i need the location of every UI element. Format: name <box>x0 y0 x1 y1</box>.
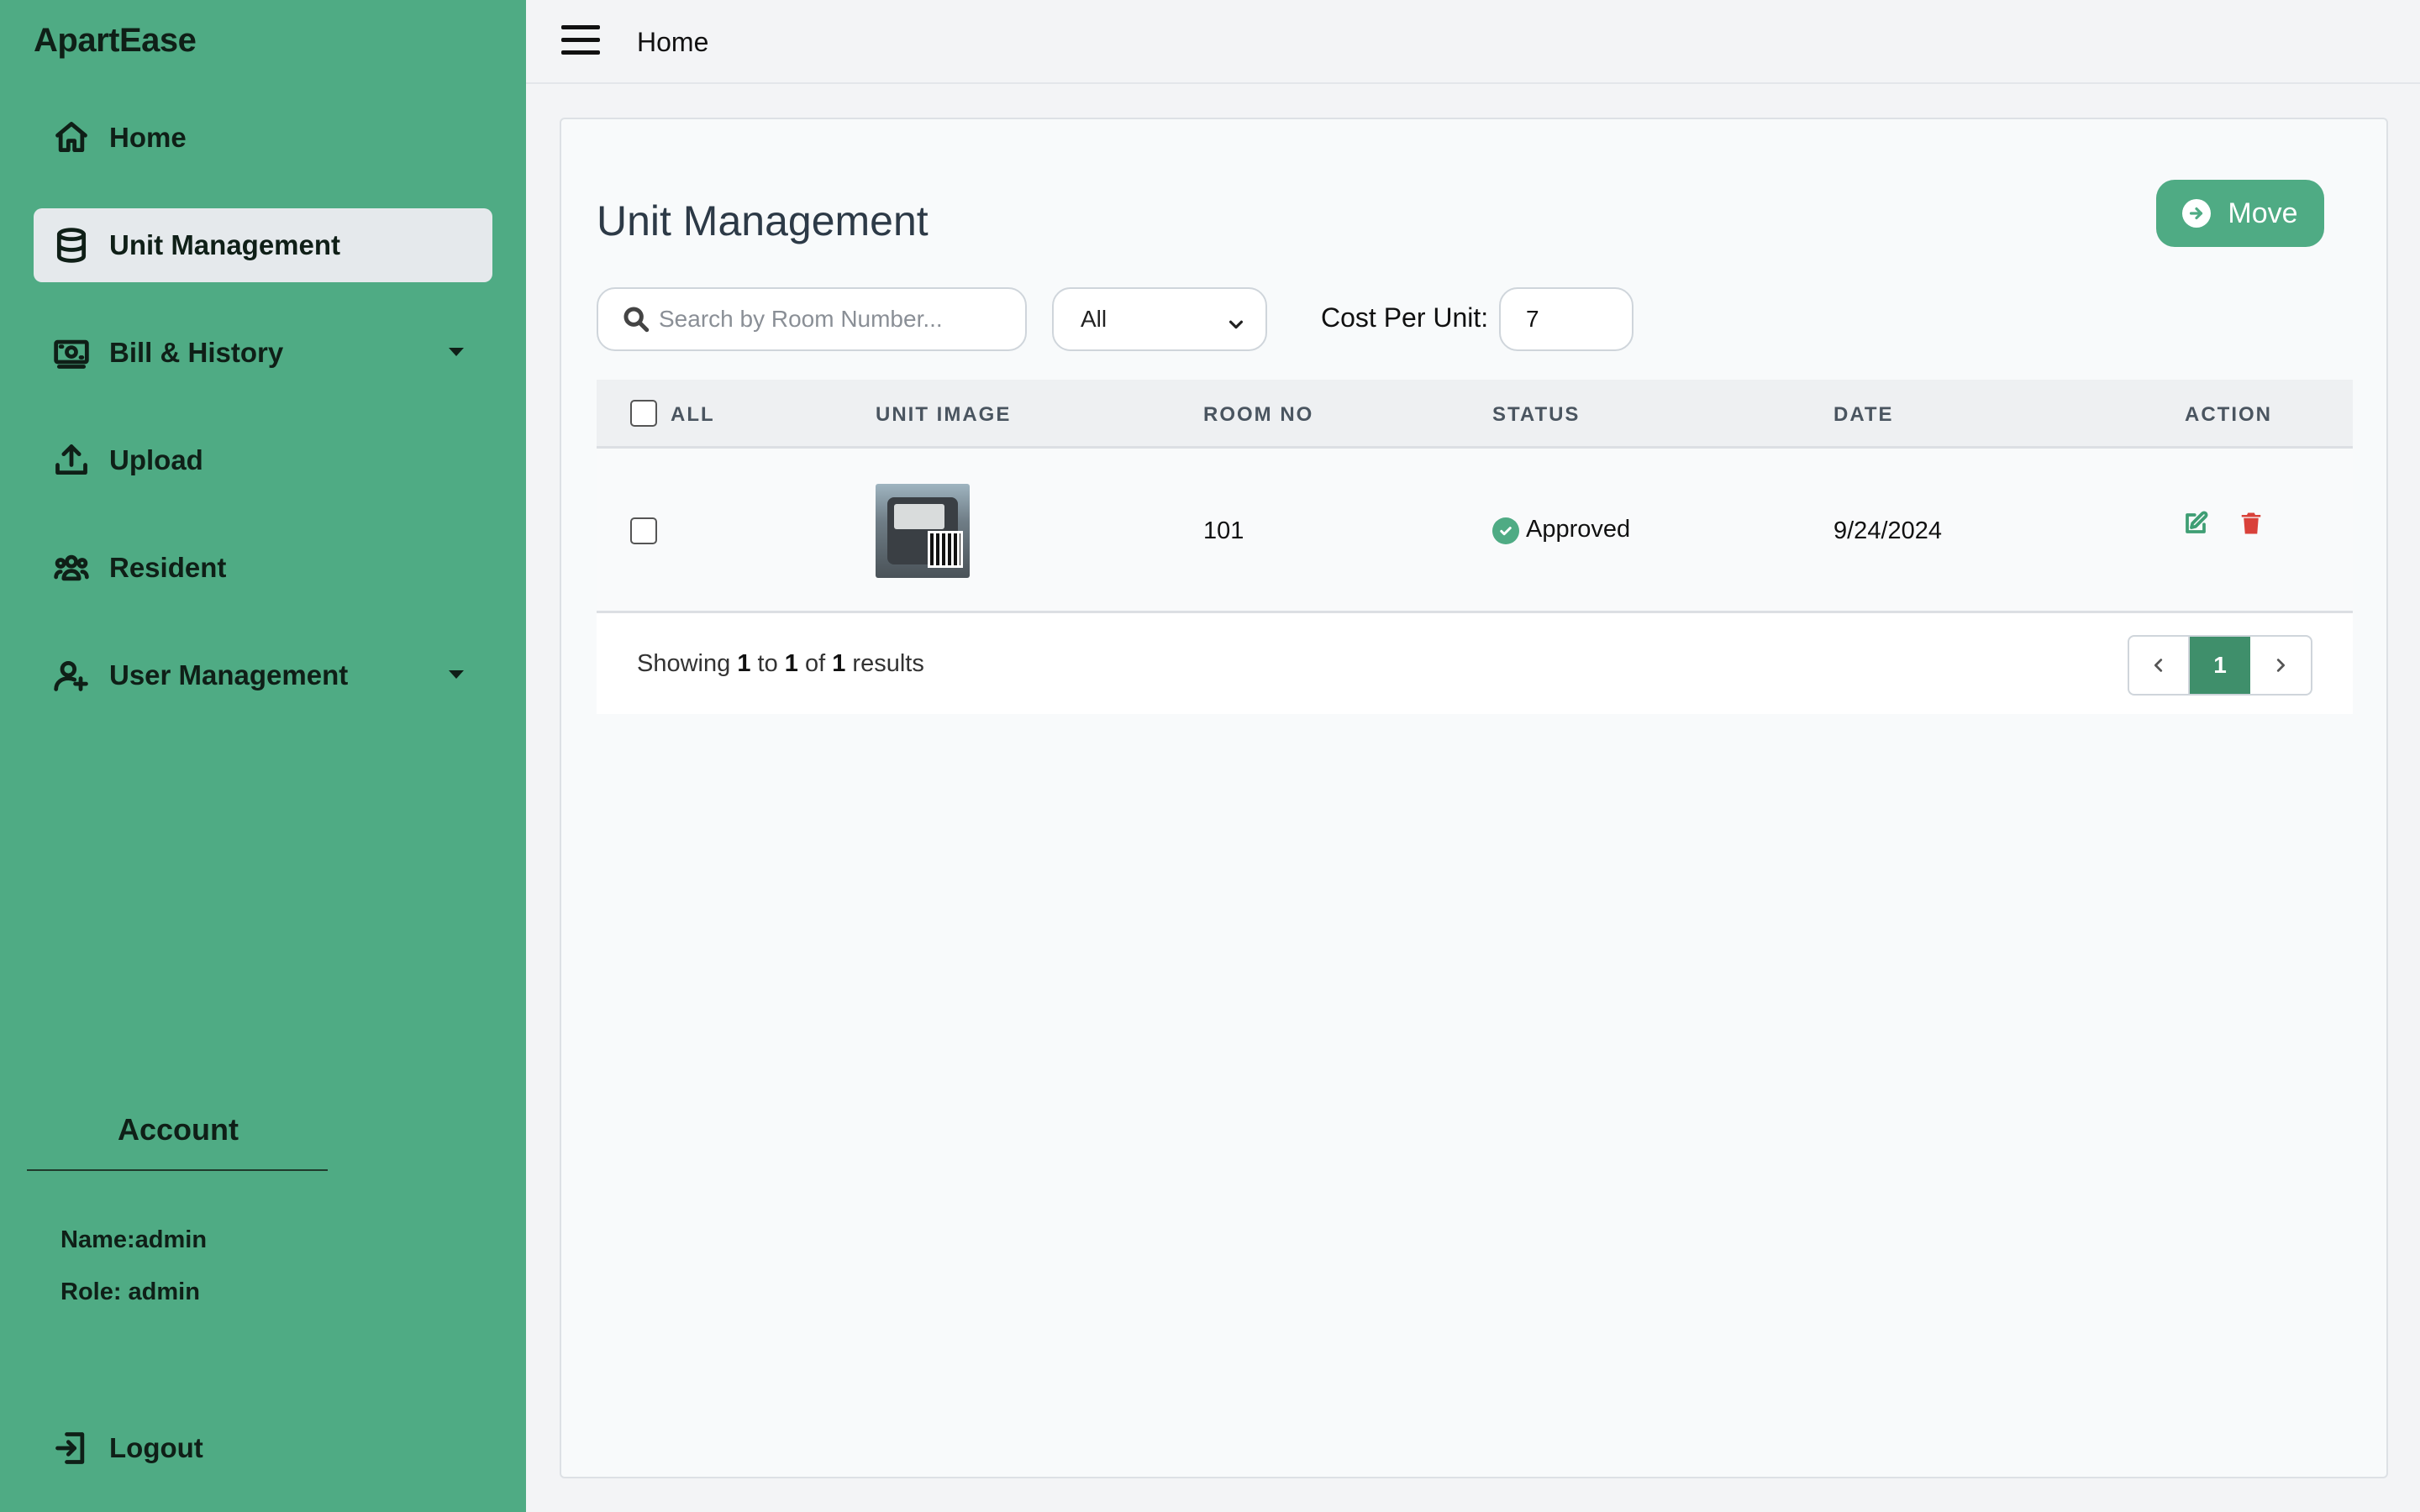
units-table: ALL UNIT IMAGE ROOM NO STATUS DATE ACTIO… <box>597 380 2353 714</box>
database-icon <box>52 226 91 265</box>
sidebar-item-bill-history[interactable]: Bill & History <box>34 316 492 390</box>
column-header-room-no: ROOM NO <box>1203 403 1314 426</box>
sidebar-item-label: Home <box>109 122 187 153</box>
column-header-unit-image: UNIT IMAGE <box>876 403 1012 426</box>
account-title: Account <box>118 1112 239 1147</box>
table-footer: Showing 1 to 1 of 1 results 1 <box>597 613 2353 714</box>
cost-per-unit-input[interactable] <box>1499 287 1634 351</box>
sidebar-item-resident[interactable]: Resident <box>34 531 492 605</box>
chevron-down-icon <box>449 348 464 356</box>
column-header-date: DATE <box>1833 403 1894 426</box>
table-row: 101 Approved 9/24/2024 <box>597 449 2353 613</box>
chevron-left-icon <box>2154 659 2163 672</box>
account-role: Role: admin <box>60 1278 200 1305</box>
cost-per-unit-label: Cost Per Unit: <box>1321 302 1489 333</box>
sidebar-item-label: Upload <box>109 444 203 475</box>
money-icon <box>52 333 91 372</box>
hamburger-icon[interactable] <box>561 24 600 57</box>
arrow-right-circle-icon <box>2182 199 2212 228</box>
sidebar: ApartEase Home Unit Management Bill & Hi… <box>0 0 526 1512</box>
home-icon <box>52 118 91 157</box>
page-button-current[interactable]: 1 <box>2190 637 2250 694</box>
chevron-right-icon <box>2276 659 2286 672</box>
search-icon <box>623 307 650 333</box>
breadcrumb: Home <box>637 27 709 57</box>
sidebar-item-label: Bill & History <box>109 337 284 368</box>
user-plus-icon <box>52 656 91 695</box>
status-filter-select[interactable]: All <box>1052 287 1267 351</box>
sidebar-item-home[interactable]: Home <box>34 101 492 175</box>
sidebar-item-unit-management[interactable]: Unit Management <box>34 208 492 282</box>
chevron-down-icon <box>449 670 464 679</box>
edit-icon[interactable] <box>2183 511 2212 539</box>
upload-icon <box>52 441 91 480</box>
brand-logo[interactable]: ApartEase <box>34 22 197 60</box>
column-header-all: ALL <box>671 403 715 426</box>
chevron-down-icon <box>1227 312 1245 339</box>
table-header: ALL UNIT IMAGE ROOM NO STATUS DATE ACTIO… <box>597 380 2353 449</box>
sidebar-item-upload[interactable]: Upload <box>34 423 492 497</box>
check-circle-icon <box>1492 517 1519 544</box>
page-title: Unit Management <box>597 197 929 244</box>
search-box <box>597 287 1027 351</box>
status-filter-value: All <box>1081 306 1107 332</box>
row-date: 9/24/2024 <box>1833 517 1943 544</box>
logout-label: Logout <box>109 1432 203 1463</box>
move-button-label: Move <box>2228 197 2298 229</box>
logout-icon <box>52 1429 91 1467</box>
pagination: 1 <box>2128 635 2312 696</box>
sidebar-item-label: User Management <box>109 659 349 690</box>
sidebar-item-label: Resident <box>109 552 227 583</box>
room-number: 101 <box>1203 517 1244 544</box>
column-header-status: STATUS <box>1492 403 1581 426</box>
top-bar: Home <box>526 0 2420 84</box>
status-text: Approved <box>1526 516 1631 543</box>
delete-icon[interactable] <box>2238 511 2267 539</box>
users-icon <box>52 549 91 587</box>
search-input[interactable] <box>659 306 1012 333</box>
sidebar-item-label: Unit Management <box>109 229 341 260</box>
next-page-button[interactable] <box>2250 637 2311 694</box>
unit-management-card: Unit Management Move All Cost Per Unit: … <box>560 118 2388 1478</box>
previous-page-button[interactable] <box>2129 637 2190 694</box>
unit-image-thumbnail[interactable] <box>876 484 970 578</box>
row-checkbox[interactable] <box>630 517 657 544</box>
move-button[interactable]: Move <box>2156 180 2324 247</box>
logout-button[interactable]: Logout <box>34 1411 492 1485</box>
column-header-action: ACTION <box>2185 403 2272 426</box>
sidebar-item-user-management[interactable]: User Management <box>34 638 492 712</box>
account-divider <box>27 1169 328 1171</box>
status-badge: Approved <box>1492 516 1631 544</box>
results-summary: Showing 1 to 1 of 1 results <box>637 650 924 677</box>
select-all-checkbox[interactable] <box>630 400 657 427</box>
account-name: Name:admin <box>60 1226 208 1253</box>
